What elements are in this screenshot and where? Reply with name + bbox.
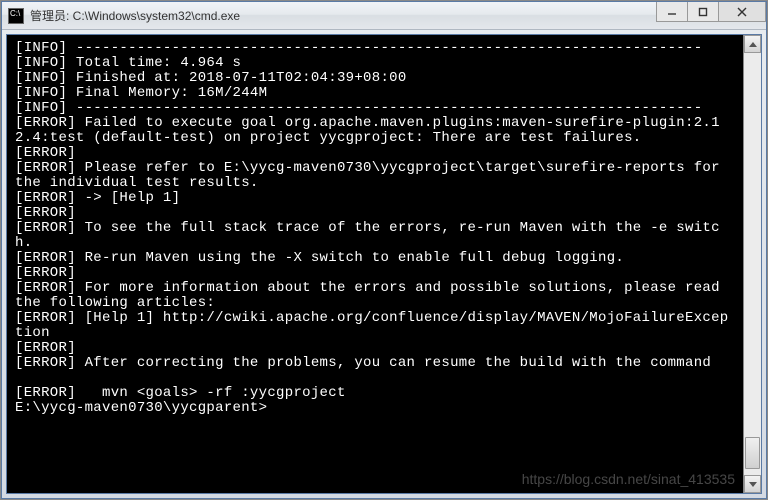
vertical-scrollbar[interactable] [743, 35, 761, 493]
maximize-button[interactable] [687, 2, 719, 22]
chevron-up-icon [749, 42, 757, 47]
scroll-down-button[interactable] [744, 475, 761, 493]
close-icon [736, 6, 748, 18]
window-title: 管理员: C:\Windows\system32\cmd.exe [30, 7, 657, 24]
client-area: [INFO] ---------------------------------… [6, 34, 762, 494]
minimize-button[interactable] [656, 2, 688, 22]
minimize-icon [667, 7, 677, 17]
cmd-icon: C:\ [8, 8, 24, 24]
app-window: C:\ 管理员: C:\Windows\system32\cmd.exe [IN… [1, 1, 767, 499]
maximize-icon [698, 7, 708, 17]
scrollbar-thumb[interactable] [745, 437, 760, 469]
window-controls [657, 2, 766, 29]
console-output[interactable]: [INFO] ---------------------------------… [7, 35, 743, 493]
scroll-up-button[interactable] [744, 35, 761, 53]
titlebar[interactable]: C:\ 管理员: C:\Windows\system32\cmd.exe [2, 2, 766, 30]
scrollbar-track[interactable] [744, 53, 761, 475]
close-button[interactable] [718, 2, 766, 22]
chevron-down-icon [749, 482, 757, 487]
